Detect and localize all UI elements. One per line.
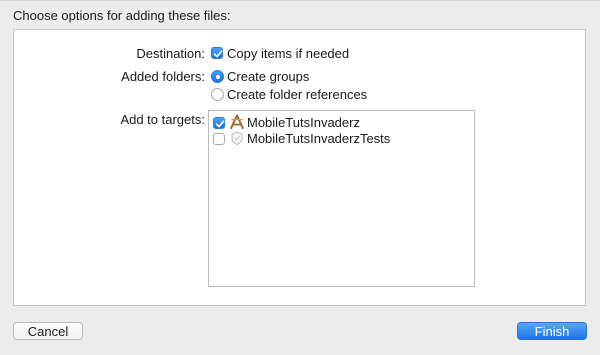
test-target-icon (229, 130, 245, 146)
add-to-targets-label: Add to targets: (120, 112, 205, 127)
app-target-icon (229, 114, 245, 130)
added-folders-label: Added folders: (121, 69, 205, 84)
sheet-title: Choose options for adding these files: (13, 8, 231, 23)
checkmark-icon (215, 120, 225, 128)
create-groups-radio[interactable] (211, 70, 224, 83)
copy-items-checkbox[interactable] (211, 47, 223, 59)
copy-items-label: Copy items if needed (227, 46, 350, 61)
window-top-edge (0, 0, 600, 1)
target-checkbox[interactable] (213, 133, 225, 145)
targets-list[interactable]: MobileTutsInvaderz MobileTutsInvaderzTes… (208, 110, 475, 287)
create-folder-references-radio[interactable] (211, 88, 224, 101)
target-name: MobileTutsInvaderz (247, 115, 360, 130)
finish-button[interactable]: Finish (517, 322, 587, 340)
target-name: MobileTutsInvaderzTests (247, 131, 391, 146)
create-folder-references-label: Create folder references (227, 87, 368, 102)
create-groups-label: Create groups (227, 69, 310, 84)
checkmark-icon (213, 50, 223, 58)
destination-label: Destination: (136, 46, 205, 61)
target-checkbox[interactable] (213, 117, 225, 129)
cancel-button[interactable]: Cancel (13, 322, 83, 340)
